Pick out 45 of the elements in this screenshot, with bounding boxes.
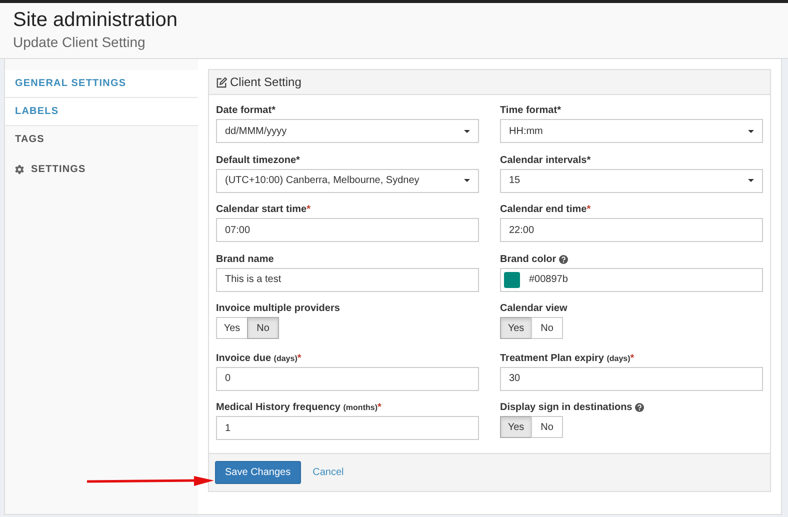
field-label: Invoice due (days)*	[216, 352, 302, 364]
input-field[interactable]: 0	[216, 366, 479, 390]
field-label: Calendar start time*	[216, 204, 310, 215]
sidebar-item[interactable]: TAGS	[5, 126, 198, 153]
toggle-option[interactable]: No	[247, 317, 279, 339]
toggle-option[interactable]: Yes	[500, 416, 532, 438]
color-swatch[interactable]	[504, 272, 520, 288]
page-title: Site administration	[13, 8, 179, 32]
input-field[interactable]: This is a test	[216, 268, 479, 292]
toggle-option[interactable]: No	[531, 416, 563, 438]
input-field[interactable]: 22:00	[500, 218, 763, 242]
input-field[interactable]: 07:00	[216, 218, 479, 242]
field-label: Invoice multiple providers	[216, 303, 340, 314]
field-label: Treatment Plan expiry (days)*	[500, 352, 634, 364]
toggle-option[interactable]: No	[531, 317, 563, 339]
select-field[interactable]: dd/MMM/yyyy	[216, 119, 479, 143]
help-icon[interactable]	[559, 254, 568, 264]
select-field[interactable]: (UTC+10:00) Canberra, Melbourne, Sydney	[216, 168, 479, 192]
field-label: Default timezone*	[216, 154, 300, 166]
field-label: Calendar view	[500, 303, 568, 314]
field-label: Brand color	[500, 254, 556, 264]
sidebar-item[interactable]: LABELS	[5, 98, 198, 126]
field-label: Date format*	[216, 105, 276, 116]
field-label: Calendar end time*	[500, 204, 591, 215]
input-field[interactable]: 1	[216, 416, 479, 440]
edit-icon	[216, 76, 227, 88]
toggle-option[interactable]: Yes	[216, 317, 248, 339]
select-field[interactable]: HH:mm	[500, 119, 763, 143]
save-button[interactable]: Save Changes	[215, 460, 301, 484]
field-label: Calendar intervals*	[500, 154, 591, 166]
field-label: Medical History frequency (months)*	[216, 402, 382, 413]
help-icon[interactable]	[635, 403, 644, 412]
sidebar-item[interactable]: GENERAL SETTINGS	[5, 70, 198, 98]
color-field[interactable]: #00897b	[500, 268, 763, 292]
sidebar-item-label: SETTINGS	[31, 164, 86, 174]
select-field[interactable]: 15	[500, 168, 763, 192]
panel-title: Client Setting	[230, 75, 302, 89]
sidebar-item[interactable]: SETTINGS	[5, 159, 198, 179]
page-subtitle: Update Client Setting	[13, 33, 146, 51]
field-label: Brand name	[216, 254, 274, 264]
field-label: Time format*	[500, 105, 561, 116]
gear-icon	[15, 164, 24, 174]
toggle-option[interactable]: Yes	[500, 317, 532, 339]
input-field[interactable]: 30	[500, 366, 763, 390]
field-label: Display sign in destinations	[500, 402, 632, 413]
